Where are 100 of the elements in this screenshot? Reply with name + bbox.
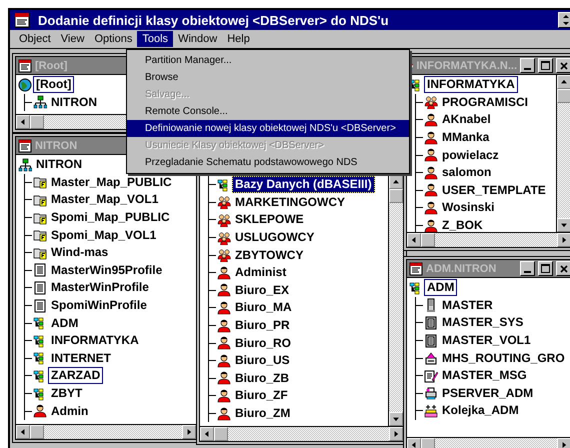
group-icon [424,95,438,110]
tree-item[interactable]: MASTER_VOL1 [439,332,534,350]
menu-item[interactable]: Window [173,31,222,47]
scroll-up-button[interactable] [557,75,570,89]
tree-item[interactable]: Administ [232,264,290,282]
tree-item[interactable]: MasterWinProfile [48,279,152,296]
tree-item[interactable]: ADM [424,279,458,296]
scroll-thumb[interactable] [421,438,435,448]
tree-item[interactable]: Spomi_Map_VOL1 [48,226,160,244]
menu-item[interactable]: Remote Console... [127,103,409,120]
scroll-right-button[interactable] [557,233,570,247]
tree-item[interactable]: ZBYT [48,385,86,402]
scroll-down-button[interactable] [389,412,403,426]
tree-item[interactable]: Master_Map_VOL1 [48,191,162,208]
user-icon [217,300,231,315]
close-icon [560,264,568,272]
tree-item[interactable]: Bazy Danych (dBASEIII) [232,176,375,194]
scroll-right-button[interactable] [182,425,196,439]
horizontal-scrollbar[interactable] [200,426,403,441]
tree-item[interactable]: USLUGOWCY [232,229,318,246]
menu-item[interactable]: Tools [137,31,174,47]
tree-item[interactable]: PSERVER_ADM [439,384,536,402]
menu-item[interactable]: Definiowanie nowej klasy obiektowej NDS'u <DBServer> [127,120,409,137]
tree-item[interactable]: MManka [439,129,492,146]
tree-item[interactable]: MasterWin95Profile [48,262,166,279]
tree-item[interactable]: Wind-mas [48,244,112,262]
close-button[interactable] [556,58,570,73]
tree-item[interactable]: PROGRAMISCI [439,94,532,111]
tree-item[interactable]: NITRON [48,94,100,111]
tree-item[interactable]: ZBYTOWCY [232,246,306,264]
scroll-left-button[interactable] [16,425,30,439]
menu-item[interactable]: Object [14,31,56,47]
window-title: [Root] [35,60,68,72]
menu-item[interactable]: Options [89,31,138,47]
scroll-left-button[interactable] [200,427,214,441]
maximize-button[interactable] [538,261,553,276]
horizontal-scrollbar[interactable] [407,232,570,247]
minimize-button[interactable] [520,261,535,276]
close-button[interactable] [556,261,570,276]
tree-item[interactable]: NITRON [33,156,85,174]
tree-item[interactable]: ADM [48,314,82,332]
menu-item[interactable]: Przegladanie Schematu podstawowowego NDS [127,154,409,171]
horizontal-scrollbar[interactable] [407,437,570,448]
tree-item[interactable]: SKLEPOWE [232,211,307,228]
tree-item[interactable]: MASTER_MSG [439,367,530,384]
scroll-thumb[interactable] [30,425,44,439]
tree-item[interactable]: Biuro_ZF [232,387,291,404]
tree-item[interactable]: SpomiWinProfile [48,297,150,314]
scroll-down-button[interactable] [557,218,570,232]
scroll-left-button[interactable] [407,438,421,448]
tree-item[interactable]: Admin [48,402,92,420]
scroll-thumb[interactable] [557,89,570,103]
horizontal-scrollbar[interactable] [16,424,196,439]
tree-item[interactable]: Wosinski [439,199,498,216]
tree-item[interactable]: powielacz [439,146,502,164]
tree-item[interactable]: INFORMATYKA [48,332,142,350]
vertical-scrollbar[interactable] [388,175,403,426]
scroll-left-button[interactable] [407,233,421,247]
scroll-up-button[interactable] [389,175,403,189]
scroll-left-button[interactable] [16,115,30,129]
minimize-button[interactable] [520,58,535,73]
group-icon [217,195,231,210]
scroll-right-button[interactable] [389,427,403,441]
tree-item[interactable]: MARKETINGOWCY [232,194,348,211]
tree-item[interactable]: Biuro_RO [232,334,294,352]
user-icon [424,130,438,145]
tree-item[interactable]: Kolejka_ADM [439,402,522,420]
tree-item[interactable]: MASTER_SYS [439,314,526,332]
tree-item[interactable]: MASTER [439,296,496,314]
maximize-button[interactable] [538,58,553,73]
window-title: ADM.NITRON [426,262,498,274]
tree-item[interactable]: Spomi_Map_PUBLIC [48,209,173,226]
tree-item[interactable]: MHS_ROUTING_GRO [439,350,568,367]
tree-item[interactable]: Biuro_ZM [232,405,294,422]
tree-item[interactable]: ZARZAD [48,367,104,384]
tree-item[interactable]: Z_BOK [439,217,486,232]
tree-item[interactable]: Biuro_EX [232,282,292,299]
tree-item[interactable]: Biuro_PR [232,317,293,334]
tree-item[interactable]: Biuro_US [232,352,293,370]
menu-item[interactable]: Help [222,31,255,47]
vertical-scrollbar[interactable] [556,75,570,232]
tree-item[interactable]: USER_TEMPLATE [439,182,549,199]
restore-button[interactable] [558,12,570,28]
tree-item[interactable]: Biuro_MA [232,299,295,316]
menu-item[interactable]: View [56,31,90,47]
scroll-thumb[interactable] [214,427,228,441]
tree-item[interactable]: INFORMATYKA [424,76,518,94]
menu-item[interactable]: Partition Manager... [127,52,409,69]
tree-item[interactable]: AKnabel [439,111,494,128]
tree-item[interactable]: salomon [439,164,494,182]
menu-item[interactable]: Browse [127,69,409,86]
scroll-thumb[interactable] [30,115,44,129]
tree-item[interactable]: Biuro_ZB [232,370,292,387]
scroll-thumb[interactable] [389,189,403,203]
tree-item[interactable]: INTERNET [48,350,114,367]
tree-item[interactable]: Master_Map_PUBLIC [48,174,175,191]
user-icon [217,388,231,403]
scroll-thumb[interactable] [421,233,435,247]
minimize-icon [524,270,531,272]
tree-item[interactable]: [Root] [33,76,74,94]
